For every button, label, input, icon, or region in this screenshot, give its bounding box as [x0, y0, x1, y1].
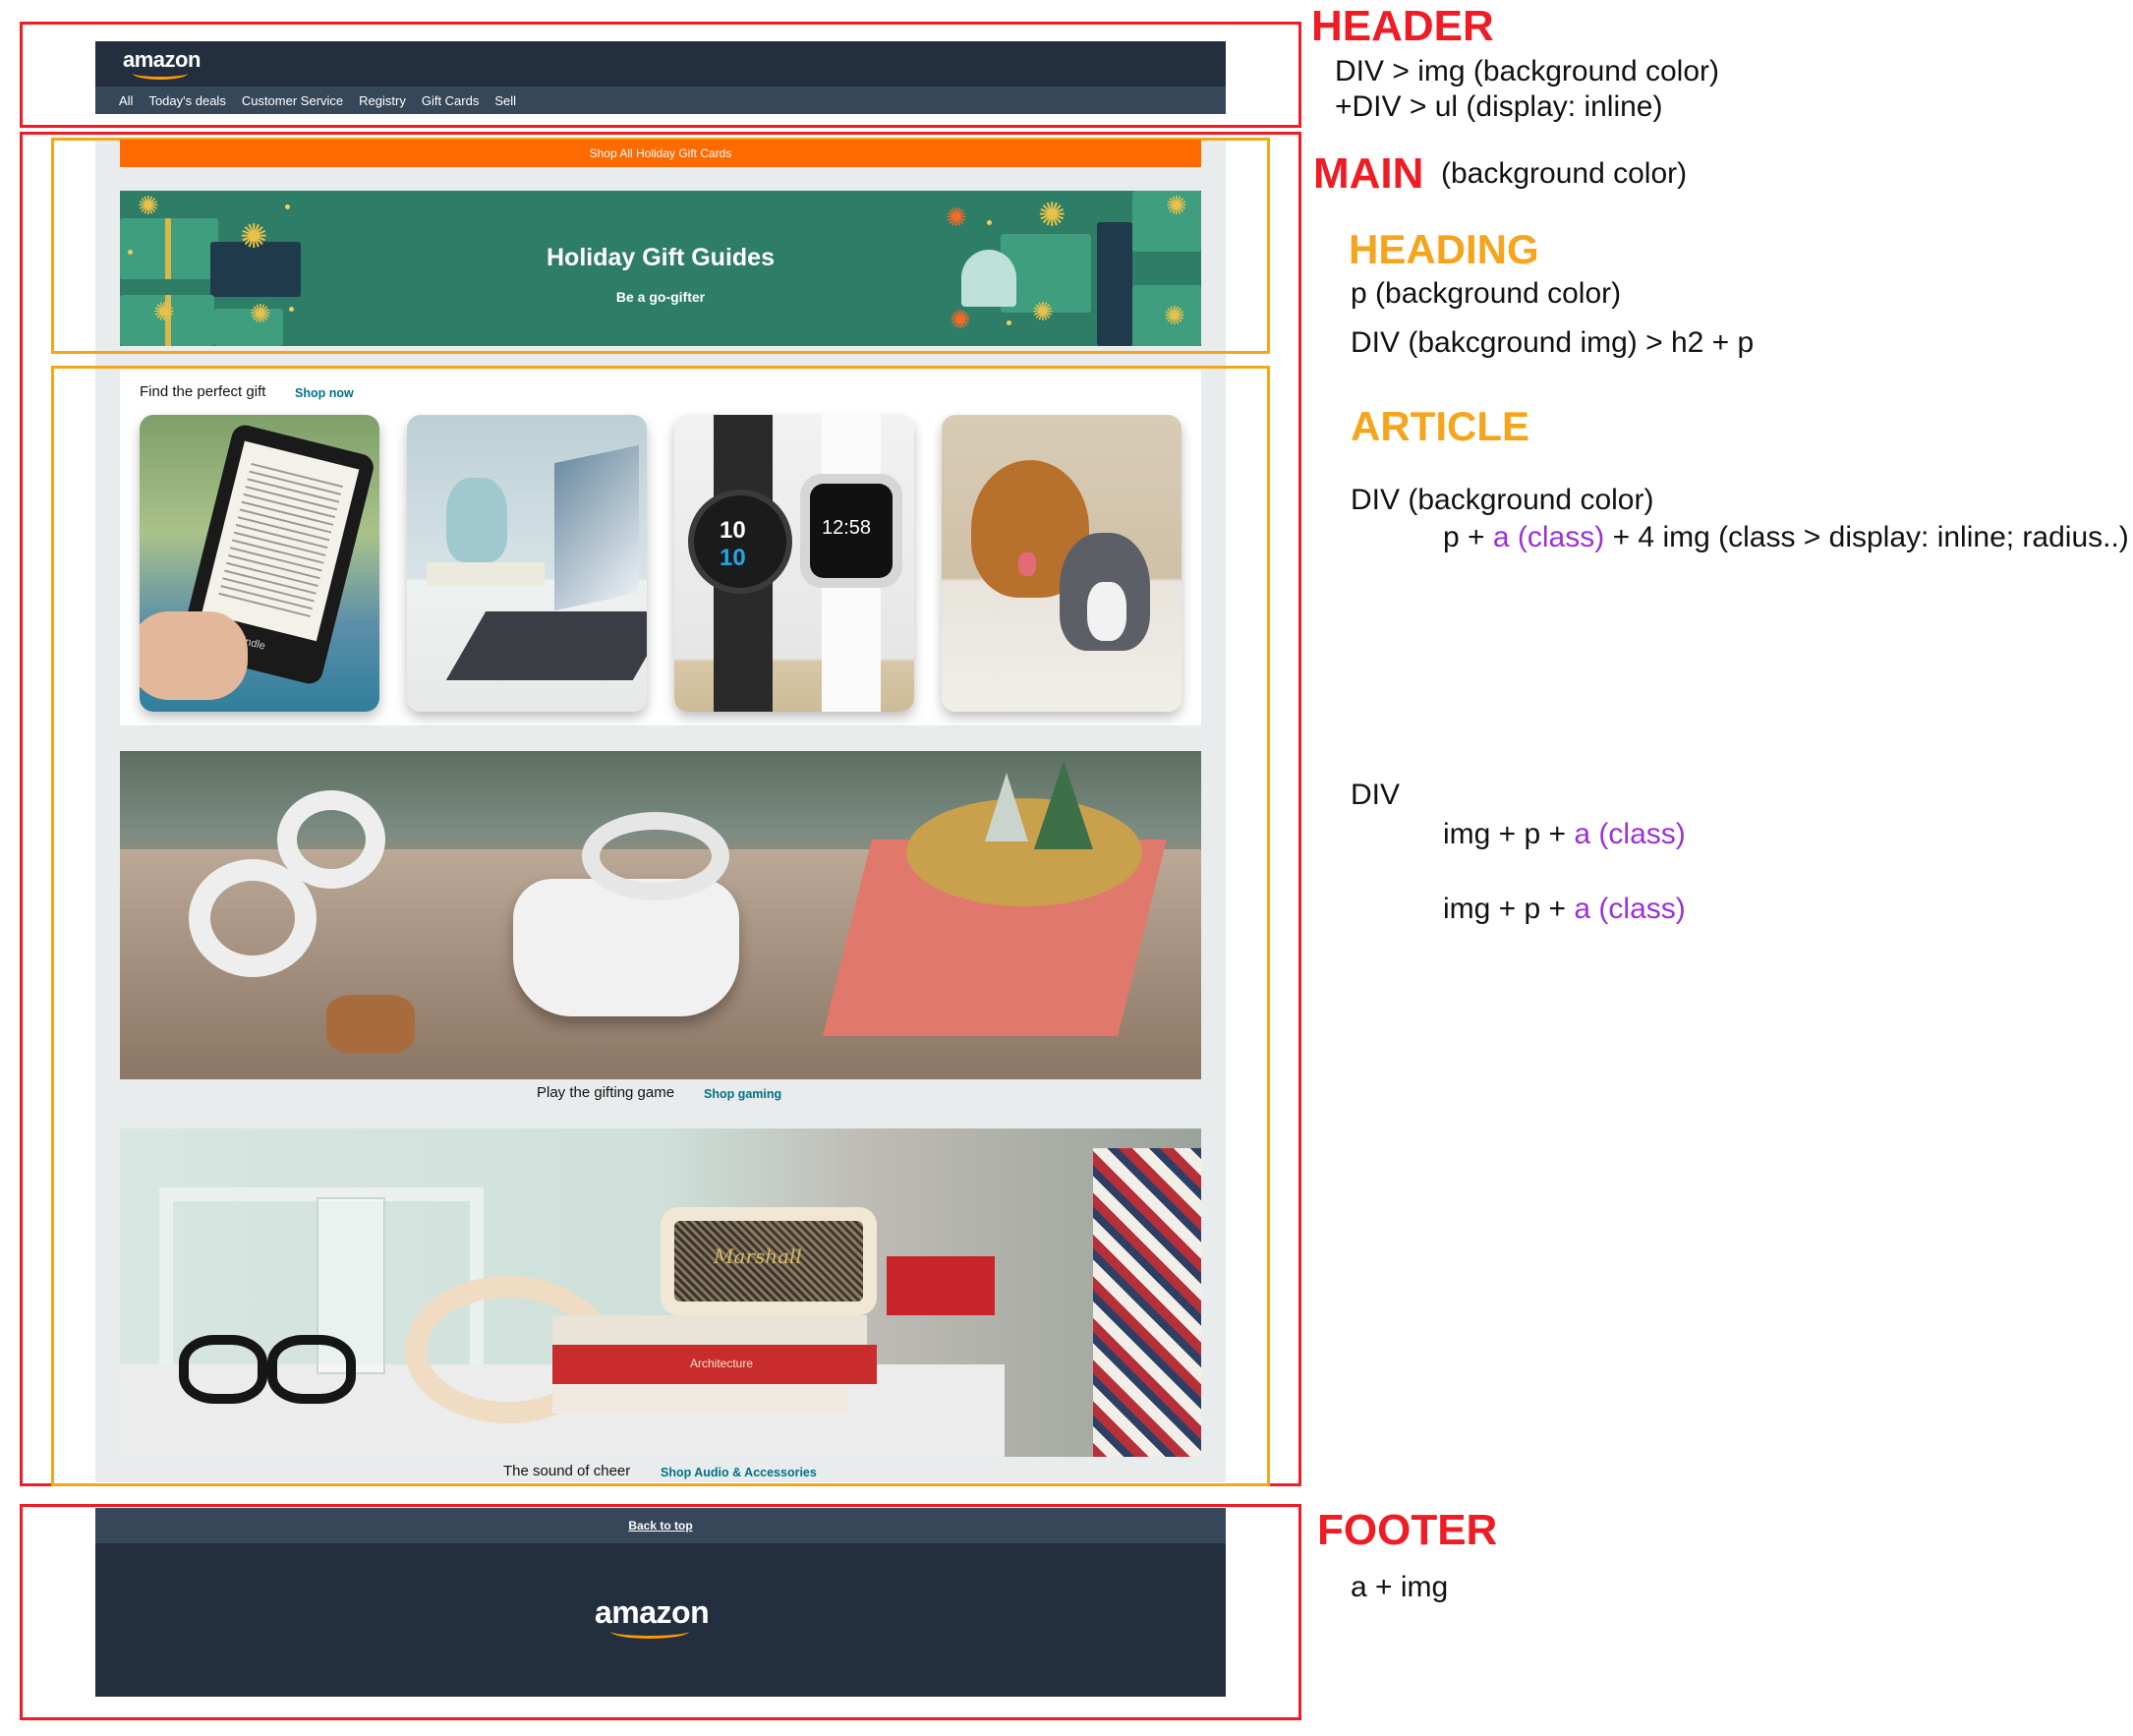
- dot-decoration: [285, 204, 290, 209]
- shop-audio-link[interactable]: Shop Audio & Accessories: [661, 1466, 817, 1479]
- main-label: MAIN: [1313, 149, 1424, 198]
- sparkle-icon: ✺: [138, 191, 159, 220]
- watch-time-text: 10: [720, 545, 746, 571]
- gift-box-decoration: [1097, 222, 1132, 346]
- black-watch-face: 10 10: [688, 490, 792, 594]
- sparkle-icon: ✺: [950, 305, 971, 334]
- sparkle-icon: ✺: [946, 203, 967, 232]
- article-note-part: p +: [1443, 521, 1493, 553]
- plaid-pillow-image: [1093, 1148, 1201, 1457]
- footer-back-to-top-bar: Back to top: [95, 1508, 1226, 1543]
- div-label: DIV: [1351, 779, 1401, 811]
- book-title-label: Architecture: [690, 1357, 754, 1370]
- nav-item-gift-cards[interactable]: Gift Cards: [422, 93, 480, 108]
- gift-card-row: Find the perfect gift Shop now kindle 10…: [120, 370, 1201, 725]
- speaker-image: Marshall: [661, 1207, 877, 1315]
- article-label: ARTICLE: [1351, 403, 1529, 449]
- nav-item-todays-deals[interactable]: Today's deals: [148, 93, 225, 108]
- heading-note-line1: p (background color): [1351, 277, 1622, 310]
- audio-text: The sound of cheer: [503, 1463, 631, 1479]
- cookie-image: [326, 995, 415, 1054]
- header-note-line2: +DIV > ul (display: inline): [1335, 90, 1663, 123]
- footer-note: a + img: [1351, 1571, 1449, 1603]
- gaming-text: Play the gifting game: [537, 1084, 675, 1101]
- div-note-line-b: img + p + a (class): [1443, 893, 1686, 926]
- white-watch-face: 12:58: [800, 474, 902, 588]
- mini-tree-image: [1034, 761, 1093, 849]
- back-to-top-link[interactable]: Back to top: [628, 1519, 692, 1533]
- sparkle-icon: ✺: [1032, 297, 1054, 326]
- article-note-line1: DIV (background color): [1351, 484, 1654, 516]
- header-nav-bar: All Today's deals Customer Service Regis…: [95, 87, 1226, 114]
- white-watch-screen: 12:58: [810, 484, 893, 578]
- mini-tree-image: [985, 773, 1028, 841]
- laptop-keyboard-image: [445, 611, 647, 680]
- heading-note-line2: DIV (bakcground img) > h2 + p: [1351, 326, 1755, 359]
- laptop-screen-image: [554, 444, 639, 611]
- header-label: HEADER: [1311, 2, 1494, 50]
- dot-decoration: [987, 220, 992, 225]
- nav-item-registry[interactable]: Registry: [359, 93, 406, 108]
- div-note-line-a: img + p + a (class): [1443, 818, 1686, 851]
- vr-headset-image: [513, 879, 739, 1016]
- gift-card-pets[interactable]: [942, 415, 1182, 712]
- header-top-bar: amazon: [95, 41, 1226, 87]
- gift-box-decoration: [961, 250, 1016, 307]
- article-note-line2: p + a (class) + 4 img (class > display: …: [1443, 521, 2129, 554]
- article-note-part: a (class): [1492, 521, 1605, 553]
- nav-item-sell[interactable]: Sell: [494, 93, 516, 108]
- footer-label: FOOTER: [1317, 1506, 1498, 1554]
- amazon-smile-icon: [133, 67, 188, 80]
- footer-main: amazon: [95, 1543, 1226, 1697]
- dot-decoration: [289, 307, 294, 312]
- controller-image: [277, 790, 385, 889]
- gaming-photo[interactable]: [120, 751, 1201, 1079]
- books-image: [427, 562, 545, 586]
- main-note: (background color): [1441, 157, 1688, 190]
- amazon-smile-icon: [610, 1624, 689, 1639]
- gift-box-image: [887, 1256, 995, 1315]
- sparkle-icon: ✺: [1166, 191, 1187, 220]
- book-stack-image: [552, 1315, 867, 1345]
- div-note-part: img + p +: [1443, 818, 1575, 850]
- text-lines: [217, 462, 343, 619]
- sparkle-icon: ✺: [1038, 197, 1066, 234]
- amazon-logo[interactable]: amazon: [123, 47, 231, 83]
- vr-strap-image: [582, 812, 729, 900]
- promo-strip[interactable]: Shop All Holiday Gift Cards: [120, 140, 1201, 167]
- book-stack-image: [552, 1384, 847, 1414]
- div-note-part: img + p +: [1443, 893, 1575, 925]
- gift-card-smartwatches[interactable]: 10 10 12:58: [674, 415, 914, 712]
- vase-image: [446, 478, 507, 562]
- gift-card-kindle[interactable]: kindle: [140, 415, 379, 712]
- nav-item-all[interactable]: All: [119, 93, 133, 108]
- speaker-brand-label: Marshall: [714, 1244, 802, 1268]
- header-note-line1: DIV > img (background color): [1335, 55, 1719, 87]
- shop-gaming-link[interactable]: Shop gaming: [704, 1087, 781, 1101]
- footer-amazon-logo[interactable]: amazon: [595, 1594, 732, 1644]
- glasses-image: [179, 1335, 267, 1404]
- gift-row-text: Find the perfect gift: [140, 383, 266, 400]
- holiday-hero-banner[interactable]: ✺ ✺ ✺ ✺ Holiday Gift Guides Be a go-gift…: [120, 191, 1201, 346]
- kindle-screen: [202, 440, 360, 642]
- watch-time-text: 10: [720, 517, 746, 544]
- dog-tongue: [1018, 552, 1036, 576]
- div-note-part: a (class): [1574, 893, 1686, 925]
- shop-now-link[interactable]: Shop now: [295, 386, 354, 400]
- article-note-part: + 4 img (class > display: inline; radius…: [1604, 521, 2129, 553]
- audio-photo[interactable]: Marshall Architecture: [120, 1128, 1201, 1457]
- gift-card-laptop[interactable]: [407, 415, 647, 712]
- div-note-part: a (class): [1574, 818, 1686, 850]
- watch-time-text: 12:58: [822, 517, 872, 539]
- heading-label: HEADING: [1349, 226, 1539, 272]
- dot-decoration: [1007, 320, 1011, 325]
- nav-item-customer-service[interactable]: Customer Service: [242, 93, 343, 108]
- gift-box-decoration: [214, 309, 283, 346]
- sparkle-icon: ✺: [1164, 301, 1185, 330]
- book-stack-image: Architecture: [552, 1345, 877, 1384]
- cat-chest: [1087, 582, 1126, 641]
- glasses-image: [267, 1335, 356, 1404]
- hand-image: [140, 611, 248, 700]
